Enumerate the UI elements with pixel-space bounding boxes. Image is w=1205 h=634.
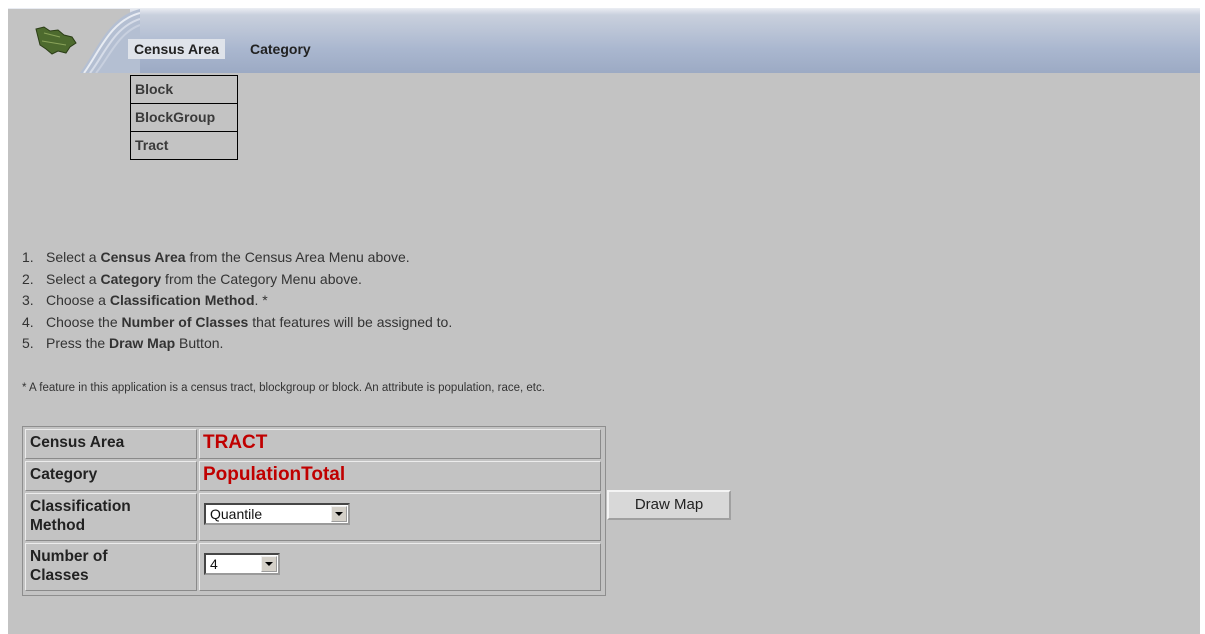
step-number: 5. <box>22 335 34 351</box>
menubar: Census Area Category <box>8 8 1200 73</box>
app-window: Census Area Category Block BlockGroup Tr… <box>8 8 1200 634</box>
step-emphasis: Draw Map <box>109 335 176 351</box>
instruction-step: 3. Choose a Classification Method. * <box>22 290 452 312</box>
step-text: that features will be assigned to. <box>248 313 453 330</box>
row-classification-method: Classification Method Quantile <box>25 493 601 541</box>
chevron-down-icon[interactable] <box>331 506 347 522</box>
step-text: from the Category Menu above. <box>161 270 362 287</box>
selected-value: Quantile <box>210 506 263 522</box>
chevron-down-icon[interactable] <box>261 556 277 572</box>
step-number: 1. <box>22 249 34 265</box>
step-text: Button. <box>175 335 224 351</box>
step-emphasis: Number of Classes <box>121 313 249 330</box>
row-census-area: Census Area TRACT <box>25 429 601 459</box>
map-settings-table: Census Area TRACT Category PopulationTot… <box>22 426 606 596</box>
step-text: from the Census Area Menu above. <box>185 249 410 265</box>
menu-tab-category[interactable]: Category <box>244 39 317 59</box>
map-region-icon <box>35 26 77 55</box>
number-of-classes-select[interactable]: 4 <box>204 553 280 575</box>
selected-value: 4 <box>210 556 218 572</box>
label-line: Classes <box>30 567 89 584</box>
category-label: Category <box>25 461 197 491</box>
menu-tab-census-area[interactable]: Census Area <box>128 39 226 59</box>
instruction-step: 1. Select a Census Area from the Census A… <box>22 247 452 269</box>
census-area-value: TRACT <box>203 432 268 453</box>
dropdown-item-block[interactable]: Block <box>131 76 237 104</box>
row-category: Category PopulationTotal <box>25 461 601 491</box>
label-line: Number of <box>30 548 108 565</box>
census-area-label: Census Area <box>25 429 197 459</box>
step-emphasis: Census Area <box>100 249 186 265</box>
draw-map-button[interactable]: Draw Map <box>607 490 731 520</box>
instructions-list: 1. Select a Census Area from the Census A… <box>22 247 452 355</box>
census-area-dropdown: Block BlockGroup Tract <box>130 75 238 160</box>
step-text: Choose the <box>46 313 122 330</box>
classification-method-cell: Quantile <box>199 493 601 541</box>
step-emphasis: Category <box>100 270 162 287</box>
row-number-of-classes: Number of Classes 4 <box>25 543 601 591</box>
step-number: 2. <box>22 270 34 287</box>
category-value: PopulationTotal <box>203 464 346 485</box>
step-emphasis: Classification Method <box>109 292 255 308</box>
step-text: . * <box>254 292 268 308</box>
census-area-value-cell: TRACT <box>199 429 601 459</box>
dropdown-item-tract[interactable]: Tract <box>131 132 237 159</box>
step-number: 3. <box>22 292 34 308</box>
step-text: Select a <box>46 249 101 265</box>
number-of-classes-label: Number of Classes <box>25 543 197 591</box>
step-number: 4. <box>22 313 34 330</box>
step-text: Select a <box>46 270 101 287</box>
step-text: Press the <box>46 335 110 351</box>
number-of-classes-cell: 4 <box>199 543 601 591</box>
footnote: * A feature in this application is a cen… <box>22 382 545 394</box>
category-value-cell: PopulationTotal <box>199 461 601 491</box>
dropdown-item-blockgroup[interactable]: BlockGroup <box>131 104 237 132</box>
classification-method-label: Classification Method <box>25 493 197 541</box>
step-text: Choose a <box>46 292 110 308</box>
label-line: Classification <box>30 498 131 515</box>
instruction-step: 5. Press the Draw Map Button. <box>22 333 452 355</box>
label-line: Method <box>30 517 86 534</box>
classification-method-select[interactable]: Quantile <box>204 503 350 525</box>
instruction-step: 2. Select a Category from the Category Me… <box>22 269 452 291</box>
instruction-step: 4. Choose the Number of Classes that feat… <box>22 312 452 334</box>
